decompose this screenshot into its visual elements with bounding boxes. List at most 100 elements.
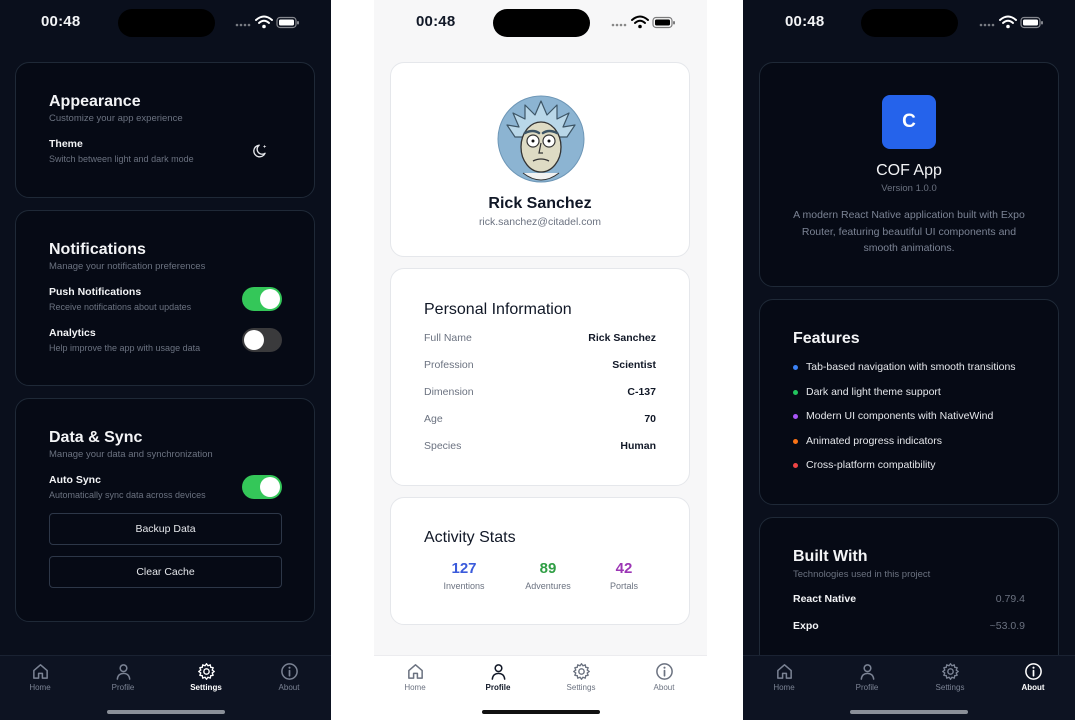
app-name: COF App xyxy=(876,162,942,179)
status-bar: 00:48 xyxy=(743,0,1075,46)
status-bar: 00:48 xyxy=(0,0,331,46)
tech-name: React Native xyxy=(793,593,857,605)
profile-email: rick.sanchez@citadel.com xyxy=(478,216,602,228)
personal-info-title: Personal Information xyxy=(424,301,572,318)
tab-profile-label: Profile xyxy=(855,683,879,692)
info-label: Species xyxy=(424,440,462,452)
status-bar: 00:48 xyxy=(374,0,707,46)
activity-stats-card: Activity Stats 127 Inventions 89 Adventu… xyxy=(390,497,690,625)
home-icon xyxy=(31,662,50,681)
tab-settings-label: Settings xyxy=(935,683,965,692)
info-icon xyxy=(655,662,674,681)
tab-settings[interactable]: Settings xyxy=(176,662,236,692)
notifications-card: Notifications Manage your notification p… xyxy=(15,210,315,386)
info-value: Rick Sanchez xyxy=(588,332,656,344)
info-icon xyxy=(280,662,299,681)
info-icon xyxy=(1024,662,1043,681)
tab-about[interactable]: About xyxy=(1003,662,1063,692)
home-indicator[interactable] xyxy=(850,710,968,714)
info-label: Full Name xyxy=(424,332,472,344)
about-screen: 00:48 C COF App Version 1.0.0 A modern R… xyxy=(743,0,1075,720)
theme-title: Theme xyxy=(49,138,83,150)
tab-settings-label: Settings xyxy=(190,683,222,692)
features-card: Features Tab-based navigation with smoot… xyxy=(759,299,1059,505)
avatar[interactable] xyxy=(497,95,585,183)
stat-adventures-value: 89 xyxy=(539,560,557,577)
notifications-subtitle: Manage your notification preferences xyxy=(49,261,206,272)
dynamic-island xyxy=(492,9,590,37)
tab-home-label: Home xyxy=(773,683,795,692)
tab-about-label: About xyxy=(278,683,300,692)
appearance-subtitle: Customize your app experience xyxy=(49,113,183,124)
settings-screen: 00:48 Appearance Customize your app expe… xyxy=(0,0,331,720)
push-notifications-subtitle: Receive notifications about updates xyxy=(49,302,192,312)
tab-home-label: Home xyxy=(29,683,51,692)
push-notifications-toggle[interactable] xyxy=(242,287,282,311)
status-time: 00:48 xyxy=(41,13,81,30)
feature-item: Dark and light theme support xyxy=(806,386,941,398)
feature-item: Modern UI components with NativeWind xyxy=(806,410,994,422)
info-value: C-137 xyxy=(627,386,656,398)
stat-inventions-value: 127 xyxy=(451,560,477,577)
tech-version: ~53.0.9 xyxy=(989,620,1025,632)
analytics-toggle[interactable] xyxy=(242,328,282,352)
home-icon xyxy=(775,662,794,681)
tab-home[interactable]: Home xyxy=(10,662,70,692)
appearance-title: Appearance xyxy=(49,93,141,110)
built-with-title: Built With xyxy=(793,548,868,565)
feature-bullet xyxy=(793,439,798,444)
status-time: 00:48 xyxy=(416,13,456,30)
status-icons xyxy=(978,13,1044,31)
features-title: Features xyxy=(793,330,860,347)
tab-home-label: Home xyxy=(404,683,426,692)
gear-icon xyxy=(572,662,591,681)
tab-bar: Home Profile Settings About xyxy=(0,655,331,720)
backup-data-button[interactable]: Backup Data xyxy=(49,513,282,545)
built-with-subtitle: Technologies used in this project xyxy=(793,569,931,580)
tab-bar: Home Profile Settings About xyxy=(374,655,707,720)
tab-home[interactable]: Home xyxy=(754,662,814,692)
dynamic-island xyxy=(117,9,215,37)
stat-portals-value: 42 xyxy=(615,560,633,577)
gear-icon xyxy=(941,662,960,681)
tab-about-label: About xyxy=(1021,683,1045,692)
data-sync-subtitle: Manage your data and synchronization xyxy=(49,449,213,460)
tab-profile-label: Profile xyxy=(111,683,135,692)
tab-settings-label: Settings xyxy=(566,683,596,692)
stat-adventures-label: Adventures xyxy=(525,581,571,591)
app-description: A modern React Native application built … xyxy=(793,209,1025,254)
gear-icon xyxy=(197,662,216,681)
tech-version: 0.79.4 xyxy=(995,593,1025,605)
home-indicator[interactable] xyxy=(481,710,600,714)
tech-name: Expo xyxy=(793,620,819,632)
tab-about-label: About xyxy=(653,683,675,692)
dynamic-island xyxy=(861,9,958,37)
data-sync-title: Data & Sync xyxy=(49,429,143,446)
tab-home[interactable]: Home xyxy=(385,662,445,692)
moon-icon[interactable] xyxy=(252,142,270,160)
tab-settings[interactable]: Settings xyxy=(551,662,611,692)
home-indicator[interactable] xyxy=(106,710,225,714)
feature-bullet xyxy=(793,365,798,370)
auto-sync-subtitle: Automatically sync data across devices xyxy=(49,490,206,500)
clear-cache-button[interactable]: Clear Cache xyxy=(49,556,282,588)
auto-sync-toggle[interactable] xyxy=(242,475,282,499)
profile-header-card: Rick Sanchez rick.sanchez@citadel.com xyxy=(390,62,690,257)
feature-bullet xyxy=(793,390,798,395)
profile-screen: 00:48 Rick Sanchez rick.sanchez@citadel.… xyxy=(374,0,707,720)
tab-about[interactable]: About xyxy=(634,662,694,692)
tab-settings[interactable]: Settings xyxy=(920,662,980,692)
feature-item: Animated progress indicators xyxy=(806,435,942,447)
user-icon xyxy=(858,662,877,681)
tab-about[interactable]: About xyxy=(259,662,319,692)
tab-profile[interactable]: Profile xyxy=(468,662,528,692)
data-sync-card: Data & Sync Manage your data and synchro… xyxy=(15,398,315,622)
tab-profile[interactable]: Profile xyxy=(837,662,897,692)
tab-profile[interactable]: Profile xyxy=(93,662,153,692)
analytics-subtitle: Help improve the app with usage data xyxy=(49,343,201,353)
tab-profile-label: Profile xyxy=(485,683,511,692)
analytics-title: Analytics xyxy=(49,327,96,339)
feature-bullet xyxy=(793,414,798,419)
feature-item: Cross-platform compatibility xyxy=(806,459,936,471)
built-with-card: Built With Technologies used in this pro… xyxy=(759,517,1059,677)
